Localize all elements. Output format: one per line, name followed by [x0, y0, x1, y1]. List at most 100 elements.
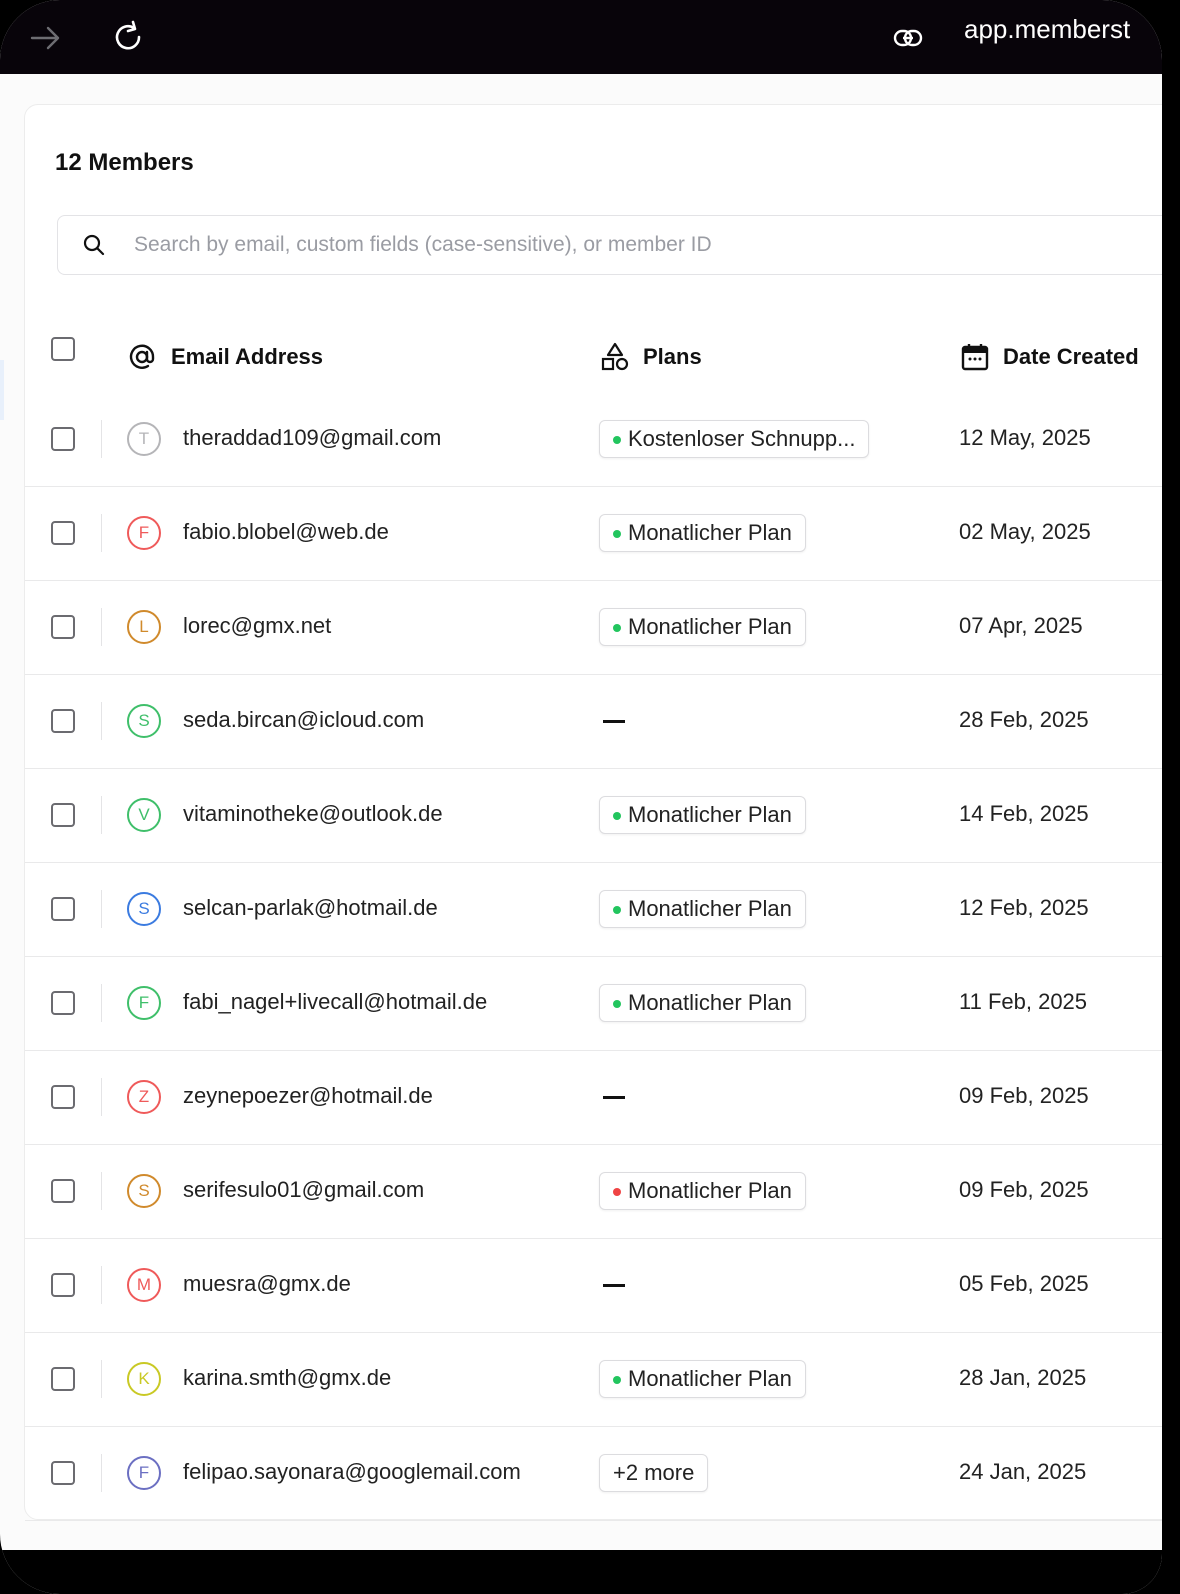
date-created: 11 Feb, 2025 — [959, 989, 1088, 1014]
row-checkbox[interactable] — [51, 1273, 75, 1297]
row-checkbox[interactable] — [51, 427, 75, 451]
date-created: 14 Feb, 2025 — [959, 801, 1089, 826]
plan-badge[interactable]: Monatlicher Plan — [599, 1360, 806, 1398]
no-plan-dash — [603, 720, 625, 723]
member-email[interactable]: selcan-parlak@hotmail.de — [183, 895, 438, 921]
row-checkbox[interactable] — [51, 521, 75, 545]
plan-label: +2 more — [613, 1460, 695, 1485]
column-plans[interactable]: Plans — [601, 327, 702, 387]
column-date[interactable]: Date Created — [961, 327, 1139, 387]
member-email[interactable]: lorec@gmx.net — [183, 613, 331, 639]
url-text[interactable]: app.memberst — [964, 14, 1130, 45]
table-row[interactable]: Mmuesra@gmx.de 05 Feb, 2025 — [25, 1238, 1162, 1333]
member-email[interactable]: karina.smth@gmx.de — [183, 1365, 391, 1391]
table-row[interactable]: Llorec@gmx.net Monatlicher Plan 07 Apr, 20… — [25, 580, 1162, 675]
row-checkbox[interactable] — [51, 1367, 75, 1391]
select-all-checkbox[interactable] — [51, 337, 75, 361]
plan-status-dot — [613, 530, 621, 538]
browser-toolbar: app.memberst — [0, 0, 1162, 74]
search-input[interactable] — [132, 228, 1036, 262]
row-divider — [101, 984, 102, 1022]
plan-badge[interactable]: Monatlicher Plan — [599, 608, 806, 646]
plan-label: Monatlicher Plan — [628, 990, 792, 1015]
row-divider — [101, 796, 102, 834]
link-icon[interactable] — [888, 18, 928, 58]
plan-label: Monatlicher Plan — [628, 802, 792, 827]
avatar: T — [127, 422, 161, 456]
avatar: Z — [127, 1080, 161, 1114]
plan-label: Monatlicher Plan — [628, 896, 792, 921]
plan-status-dot — [613, 436, 621, 444]
date-created: 28 Jan, 2025 — [959, 1365, 1087, 1390]
row-checkbox[interactable] — [51, 897, 75, 921]
member-email[interactable]: fabi_nagel+livecall@hotmail.de — [183, 989, 487, 1015]
table-row[interactable]: Ffelipao.sayonara@googlemail.com +2 more 2… — [25, 1426, 1162, 1521]
table-row[interactable]: Ttheraddad109@gmail.com Kostenloser Schnu… — [25, 392, 1162, 487]
column-date-label: Date Created — [1003, 344, 1139, 369]
avatar: F — [127, 986, 161, 1020]
members-card: 12 Members Email Address — [24, 104, 1162, 1521]
table-row[interactable]: Vvitaminotheke@outlook.de Monatlicher Pla… — [25, 768, 1162, 863]
table-row[interactable]: Kkarina.smth@gmx.de Monatlicher Plan 28 Ja… — [25, 1332, 1162, 1427]
plan-label: Monatlicher Plan — [628, 614, 792, 639]
table-row[interactable]: Sselcan-parlak@hotmail.de Monatlicher Pla… — [25, 862, 1162, 957]
table-row[interactable]: Sserifesulo01@gmail.com Monatlicher Plan 0… — [25, 1144, 1162, 1239]
plan-badge[interactable]: Monatlicher Plan — [599, 984, 806, 1022]
avatar: S — [127, 892, 161, 926]
plan-badge[interactable]: Monatlicher Plan — [599, 1172, 806, 1210]
more-plans-badge[interactable]: +2 more — [599, 1454, 709, 1492]
date-created: 24 Jan, 2025 — [959, 1459, 1087, 1484]
table-row[interactable]: Sseda.bircan@icloud.com 28 Feb, 2025 — [25, 674, 1162, 769]
plan-label: Monatlicher Plan — [628, 520, 792, 545]
date-created: 28 Feb, 2025 — [959, 707, 1089, 732]
row-divider — [101, 1172, 102, 1210]
row-checkbox[interactable] — [51, 991, 75, 1015]
member-email[interactable]: serifesulo01@gmail.com — [183, 1177, 424, 1203]
plan-badge[interactable]: Monatlicher Plan — [599, 514, 806, 552]
member-email[interactable]: vitaminotheke@outlook.de — [183, 801, 443, 827]
date-created: 09 Feb, 2025 — [959, 1177, 1089, 1202]
plan-badge[interactable]: Kostenloser Schnupp... — [599, 420, 870, 458]
row-checkbox[interactable] — [51, 1461, 75, 1485]
plan-label: Kostenloser Schnupp... — [628, 426, 856, 451]
plan-badge[interactable]: Monatlicher Plan — [599, 796, 806, 834]
row-divider — [101, 514, 102, 552]
table-header: Email Address Plans Date Created — [25, 327, 1162, 387]
member-email[interactable]: seda.bircan@icloud.com — [183, 707, 424, 733]
member-email[interactable]: muesra@gmx.de — [183, 1271, 351, 1297]
member-email[interactable]: fabio.blobel@web.de — [183, 519, 389, 545]
row-checkbox[interactable] — [51, 615, 75, 639]
column-email[interactable]: Email Address — [127, 327, 323, 387]
refresh-icon[interactable] — [108, 18, 148, 58]
no-plan-dash — [603, 1096, 625, 1099]
date-created: 02 May, 2025 — [959, 519, 1091, 544]
row-divider — [101, 608, 102, 646]
calendar-icon — [961, 344, 989, 371]
arrow-right-icon[interactable] — [26, 18, 66, 58]
member-email[interactable]: felipao.sayonara@googlemail.com — [183, 1459, 521, 1485]
row-divider — [101, 1454, 102, 1492]
avatar: L — [127, 610, 161, 644]
avatar: K — [127, 1362, 161, 1396]
row-divider — [101, 702, 102, 740]
search-box[interactable] — [57, 215, 1162, 275]
table-row[interactable]: Ffabio.blobel@web.de Monatlicher Plan 02 M… — [25, 486, 1162, 581]
plan-badge[interactable]: Monatlicher Plan — [599, 890, 806, 928]
row-checkbox[interactable] — [51, 803, 75, 827]
plan-status-dot — [613, 1376, 621, 1384]
plan-status-dot — [613, 906, 621, 914]
row-divider — [101, 890, 102, 928]
plan-status-dot — [613, 624, 621, 632]
table-row[interactable]: Zzeynepoezer@hotmail.de 09 Feb, 2025 — [25, 1050, 1162, 1145]
member-email[interactable]: zeynepoezer@hotmail.de — [183, 1083, 433, 1109]
row-checkbox[interactable] — [51, 709, 75, 733]
member-email[interactable]: theraddad109@gmail.com — [183, 425, 441, 451]
row-checkbox[interactable] — [51, 1179, 75, 1203]
app-frame: app.memberst 12 Members Email Address — [0, 0, 1162, 1594]
table-row[interactable]: Ffabi_nagel+livecall@hotmail.de Monatlich… — [25, 956, 1162, 1051]
no-plan-dash — [603, 1284, 625, 1287]
row-checkbox[interactable] — [51, 1085, 75, 1109]
avatar: V — [127, 798, 161, 832]
avatar: F — [127, 1456, 161, 1490]
plan-status-dot — [613, 1000, 621, 1008]
